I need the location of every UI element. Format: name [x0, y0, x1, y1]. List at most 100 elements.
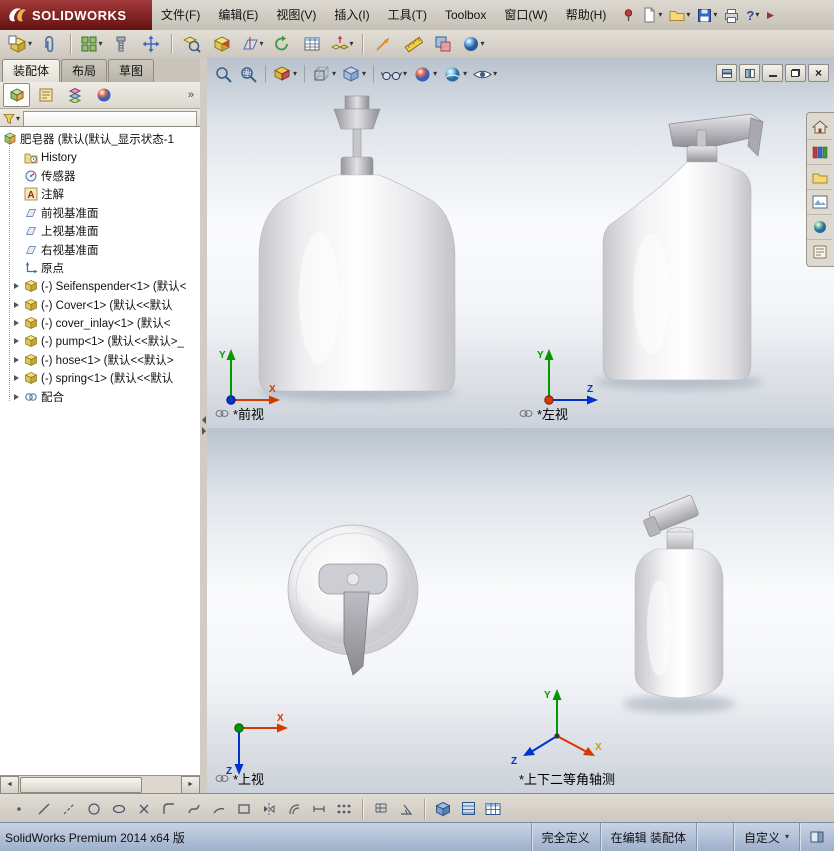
viewport-isometric[interactable]: Y X Z *上下二等角轴测 [511, 428, 834, 793]
custom-properties-tab[interactable] [807, 240, 832, 264]
isometric-view-button[interactable] [432, 798, 454, 820]
reference-geometry-button[interactable]: ▾ [238, 32, 266, 56]
solidworks-resources-tab[interactable] [807, 115, 832, 140]
tree-item-annotations[interactable]: A 注解 [0, 185, 200, 203]
tree-item-origin[interactable]: 原点 [0, 259, 200, 277]
filter-input[interactable] [23, 111, 197, 127]
linear-component-pattern-button[interactable]: ▾ [77, 32, 105, 56]
status-toggle-icon[interactable] [799, 823, 834, 851]
file-explorer-tab[interactable] [807, 165, 832, 190]
save-button[interactable]: ▾ [694, 3, 720, 27]
tree-item-assembly-root[interactable]: 肥皂器 (默认(默认_显示状态-1 [0, 130, 200, 148]
grid-snap-button[interactable] [370, 798, 392, 820]
restore-button[interactable] [785, 64, 806, 82]
rectangle-tool-button[interactable] [233, 798, 255, 820]
menu-help[interactable]: 帮助(H) [557, 1, 616, 30]
arc-tool-button[interactable] [208, 798, 230, 820]
filter-funnel-icon[interactable]: ▾ [3, 113, 20, 125]
configurationmanager-tab[interactable] [61, 83, 88, 107]
expand-arrow-icon[interactable] [14, 375, 23, 381]
scroll-left-button[interactable]: ◄ [0, 775, 19, 794]
menu-tools[interactable]: 工具(T) [379, 1, 436, 30]
design-library-tab[interactable] [807, 140, 832, 165]
line-tool-button[interactable] [33, 798, 55, 820]
menu-view[interactable]: 视图(V) [267, 1, 325, 30]
tree-item-sensors[interactable]: 传感器 [0, 167, 200, 185]
new-motion-study-button[interactable] [268, 32, 296, 56]
featuremanager-tree-tab[interactable] [3, 83, 30, 107]
assembly-features-button[interactable] [208, 32, 236, 56]
scrollbar-thumb[interactable] [20, 776, 142, 793]
section-face-button[interactable] [457, 798, 479, 820]
panel-horizontal-scrollbar[interactable]: ◄ ► [0, 775, 200, 794]
centerline-tool-button[interactable] [58, 798, 80, 820]
collapse-left-icon[interactable] [201, 416, 206, 424]
smart-fasteners-button[interactable] [107, 32, 135, 56]
panel-overflow-chevrons[interactable]: » [188, 89, 197, 101]
view-orientation-button[interactable]: ▾ [310, 62, 338, 86]
bill-of-materials-button[interactable] [298, 32, 326, 56]
splitter-collapse-arrows[interactable] [200, 416, 207, 435]
appearances-tab[interactable] [807, 215, 832, 240]
insert-components-button[interactable]: ▾ [6, 32, 34, 56]
sketch-fillet-button[interactable] [158, 798, 180, 820]
tree-item-history[interactable]: History [0, 148, 200, 166]
tree-item-mates[interactable]: 配合 [0, 387, 200, 405]
expand-arrow-icon[interactable] [14, 283, 23, 289]
new-document-button[interactable]: ▾ [639, 3, 665, 27]
mate-button[interactable] [36, 32, 64, 56]
zoom-fit-button[interactable] [212, 62, 235, 86]
angle-snap-button[interactable] [395, 798, 417, 820]
view-palette-tab[interactable] [807, 190, 832, 215]
tree-item-component-cover[interactable]: (-) Cover<1> (默认<<默认 [0, 296, 200, 314]
viewport-front[interactable]: Y X *前视 [207, 58, 512, 429]
menu-file[interactable]: 文件(F) [152, 1, 209, 30]
hide-show-items-button[interactable]: ▾ [379, 62, 409, 86]
trim-entities-button[interactable] [133, 798, 155, 820]
point-tool-button[interactable] [8, 798, 30, 820]
status-custom-dropdown[interactable]: 自定义 ▾ [732, 823, 799, 851]
tab-assembly[interactable]: 装配体 [2, 59, 61, 82]
tree-item-component-pump[interactable]: (-) pump<1> (默认<<默认>_ [0, 332, 200, 350]
show-hidden-components-button[interactable] [178, 32, 206, 56]
minimize-button[interactable] [762, 64, 783, 82]
tile-vertical-button[interactable] [739, 64, 760, 82]
interference-detection-button[interactable] [429, 32, 457, 56]
menu-edit[interactable]: 编辑(E) [209, 1, 267, 30]
tree-item-component-spring[interactable]: (-) spring<1> (默认<<默认 [0, 369, 200, 387]
menu-insert[interactable]: 插入(I) [325, 1, 378, 30]
evaluate-table-button[interactable] [482, 798, 504, 820]
tree-item-top-plane[interactable]: 上视基准面 [0, 222, 200, 240]
tab-sketch[interactable]: 草图 [108, 59, 155, 82]
scroll-right-button[interactable]: ► [181, 775, 200, 794]
tree-item-component-hose[interactable]: (-) hose<1> (默认<<默认> [0, 351, 200, 369]
help-button[interactable]: ? ▾ [743, 3, 762, 27]
tree-item-component-seifenspender[interactable]: (-) Seifenspender<1> (默认< [0, 277, 200, 295]
expand-arrow-icon[interactable] [14, 338, 23, 344]
tree-item-right-plane[interactable]: 右视基准面 [0, 240, 200, 258]
propertymanager-tab[interactable] [32, 83, 59, 107]
pin-menu-icon[interactable] [619, 3, 638, 27]
edit-appearance-toolbar-button[interactable]: ▾ [459, 32, 487, 56]
smart-dimension-button[interactable] [308, 798, 330, 820]
menu-toolbox[interactable]: Toolbox [436, 1, 495, 30]
tab-layout[interactable]: 布局 [61, 59, 108, 82]
expand-arrow-icon[interactable] [14, 320, 23, 326]
displaymanager-tab[interactable] [90, 83, 117, 107]
view-settings-button[interactable]: ▾ [471, 62, 499, 86]
expand-arrow-icon[interactable] [14, 357, 23, 363]
ellipse-tool-button[interactable] [108, 798, 130, 820]
section-view-button[interactable]: ▾ [271, 62, 299, 86]
expand-arrow-icon[interactable] [14, 394, 23, 400]
exploded-view-button[interactable]: ▾ [328, 32, 356, 56]
edit-appearance-button[interactable]: ▾ [411, 62, 439, 86]
tile-horizontal-button[interactable] [716, 64, 737, 82]
tree-item-front-plane[interactable]: 前视基准面 [0, 204, 200, 222]
menu-window[interactable]: 窗口(W) [495, 1, 556, 30]
open-button[interactable]: ▾ [666, 3, 693, 27]
measure-button[interactable] [399, 32, 427, 56]
viewport-left[interactable]: Y Z *左视 [511, 58, 834, 429]
circle-tool-button[interactable] [83, 798, 105, 820]
close-button[interactable]: × [808, 64, 829, 82]
collapse-right-icon[interactable] [201, 427, 206, 435]
